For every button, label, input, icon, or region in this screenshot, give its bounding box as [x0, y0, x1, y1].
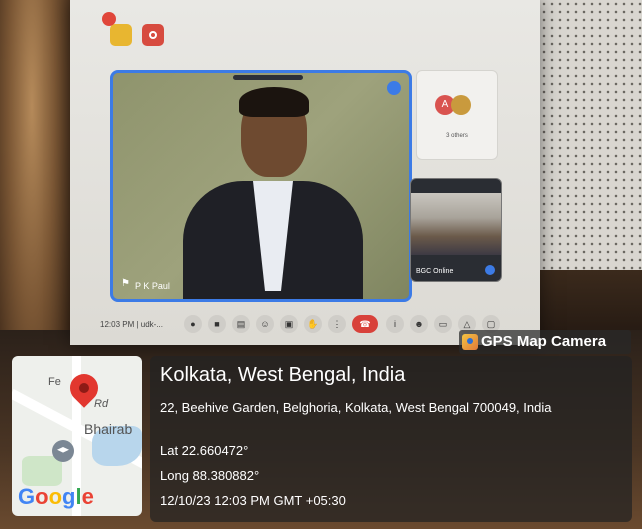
speaker-video-tile: ⚑ P K Paul — [110, 70, 412, 302]
map-thumbnail: Fe Rd Bhairab Google — [12, 356, 142, 516]
projected-meeting-screen: ⚑ P K Paul A 3 others BGC Online 12:03 P… — [70, 0, 540, 345]
chat-icon[interactable]: ▭ — [434, 315, 452, 333]
others-label: 3 others — [446, 133, 468, 139]
room-tile-label: BGC Online — [416, 268, 454, 275]
others-participants-tile: A 3 others — [416, 70, 498, 160]
speaking-indicator-icon — [387, 81, 401, 95]
photo-scene: ⚑ P K Paul A 3 others BGC Online 12:03 P… — [0, 0, 642, 529]
notification-badge-icon — [102, 12, 116, 26]
camera-icon[interactable]: ■ — [208, 315, 226, 333]
info-icon[interactable]: i — [386, 315, 404, 333]
room-video-tile: BGC Online — [410, 178, 502, 282]
mic-active-icon — [485, 265, 495, 275]
record-icon — [142, 24, 164, 46]
avatar-photo — [451, 95, 471, 115]
gps-latitude: Lat 22.660472° — [160, 443, 249, 458]
education-place-icon — [52, 440, 74, 462]
map-label: Bhairab — [84, 421, 133, 437]
gps-longitude: Long 88.380882° — [160, 468, 260, 483]
acoustic-wall-panel — [540, 0, 642, 300]
person-hair — [239, 87, 309, 117]
tile-top-bar — [233, 75, 303, 80]
people-icon[interactable]: ☻ — [410, 315, 428, 333]
room-video-feed — [411, 193, 501, 255]
end-call-icon[interactable]: ☎ — [352, 315, 378, 333]
captions-icon[interactable]: ▤ — [232, 315, 250, 333]
gps-datetime: 12/10/23 12:03 PM GMT +05:30 — [160, 493, 346, 508]
map-park — [22, 456, 62, 486]
mic-icon[interactable]: ● — [184, 315, 202, 333]
raise-hand-icon[interactable]: ✋ — [304, 315, 322, 333]
gps-address: 22, Beehive Garden, Belghoria, Kolkata, … — [160, 400, 552, 415]
gps-info-panel: Kolkata, West Bengal, India 22, Beehive … — [150, 356, 632, 522]
meeting-time: 12:03 PM | udk-... — [100, 320, 163, 329]
gps-map-camera-icon — [462, 334, 478, 350]
map-label: Rd — [94, 398, 109, 410]
more-icon[interactable]: ⋮ — [328, 315, 346, 333]
pin-icon: ⚑ — [121, 278, 130, 289]
emoji-icon[interactable]: ☺ — [256, 315, 274, 333]
google-logo: Google — [18, 484, 94, 509]
present-icon[interactable]: ▣ — [280, 315, 298, 333]
speaker-name-label: P K Paul — [135, 281, 170, 291]
gps-app-badge: GPS Map Camera — [459, 330, 631, 354]
gps-city: Kolkata, West Bengal, India — [160, 364, 406, 386]
gps-app-name: GPS Map Camera — [481, 333, 607, 350]
speaker-person — [183, 83, 363, 299]
app-badge-icon — [110, 24, 132, 46]
map-label: Fe — [48, 376, 61, 388]
